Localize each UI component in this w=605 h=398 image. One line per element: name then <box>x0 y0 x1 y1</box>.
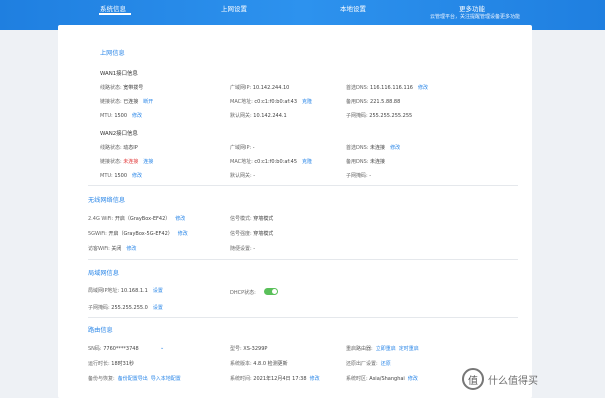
signal-mode: 信号模式: 穿墙模式 <box>230 216 274 222</box>
scheduled-restart-link[interactable]: 定时重启 <box>399 346 419 352</box>
wan1-mtu-edit-link[interactable]: 修改 <box>132 113 142 119</box>
section-title-router: 路由信息 <box>88 327 113 334</box>
wan1-gateway: 默认网关: 10.142.244.1 <box>230 113 287 119</box>
wan2-dns-edit-link[interactable]: 修改 <box>390 145 400 151</box>
section-title-wireless: 无线网络信息 <box>88 197 126 204</box>
section-title-internet: 上网信息 <box>100 50 125 57</box>
tab-local-settings[interactable]: 本地设置 <box>340 3 366 13</box>
router-timezone: 系统时区: Asia/Shanghai 修改 <box>346 376 418 382</box>
wan2-mac-clone-link[interactable]: 克隆 <box>302 159 312 165</box>
cloud-management-note[interactable]: 云管理平台，关注提醒管理设备更多功能 <box>430 13 520 20</box>
schedule-setting: 随便设置: - <box>230 246 256 252</box>
router-model: 型号: XS-3299P <box>230 346 268 352</box>
wan1-mask: 子网掩码: 255.255.255.255 <box>346 113 413 119</box>
wan1-dns-edit-link[interactable]: 修改 <box>418 85 428 91</box>
import-config-link[interactable]: 导入本地配置 <box>151 376 181 382</box>
lan-ip: 局域网IP地址: 10.168.1.1 设置 <box>88 288 163 294</box>
wan2-mask: 子网掩码: - <box>346 173 372 179</box>
wan2-connect-link[interactable]: 连接 <box>143 159 153 165</box>
time-edit-link[interactable]: 修改 <box>310 376 320 382</box>
router-backup: 备份与恢复: 备份配置导出 导入本地配置 <box>88 376 181 382</box>
lan-mask-set-link[interactable]: 设置 <box>153 305 163 311</box>
dhcp-toggle[interactable] <box>264 288 278 295</box>
wifi-guest: 访客WiFi: 关闭 修改 <box>88 246 137 252</box>
router-sn: SN码: 7760****3748 <box>88 346 139 352</box>
chevron-down-icon[interactable]: ⌄ <box>160 345 164 351</box>
signal-strength: 信号强度: 穿墙模式 <box>230 231 274 237</box>
wifi-guest-edit-link[interactable]: 修改 <box>126 246 136 252</box>
wan2-title: WAN2接口信息 <box>100 131 138 137</box>
wan2-mtu-edit-link[interactable]: 修改 <box>132 173 142 179</box>
wan2-dns1: 首选DNS: 未连接 修改 <box>346 145 401 151</box>
lan-mask: 子网掩码: 255.255.255.0 设置 <box>88 305 163 311</box>
wan1-disconnect-link[interactable]: 断开 <box>143 99 153 105</box>
wan2-ip: 广域网IP: - <box>230 145 255 151</box>
wan2-line-status: 线路状态: 动态IP <box>100 145 138 151</box>
wan2-gateway: 默认网关: - <box>230 173 256 179</box>
wifi-24g: 2.4G WiFi: 开启（GrayBox-EF42） 修改 <box>88 216 186 222</box>
router-reset: 还原出厂设置: 还原 <box>346 361 391 367</box>
section-title-lan: 局域网信息 <box>88 270 119 277</box>
toggle-knob <box>272 289 277 294</box>
watermark-text: 什么值得买 <box>488 375 538 387</box>
wan1-mtu: MTU: 1500 修改 <box>100 113 143 119</box>
wan1-dns2: 备用DNS: 221.5.88.88 <box>346 99 401 105</box>
wan2-dns2: 备用DNS: 未连接 <box>346 159 386 165</box>
watermark: 值 什么值得买 <box>462 360 605 398</box>
wan1-ip: 广域网IP: 10.142.244.10 <box>230 85 290 91</box>
wan2-mtu: MTU: 1500 修改 <box>100 173 143 179</box>
router-firmware: 系统版本: 4.8.0 检测更新 <box>230 361 288 367</box>
main-panel: 上网信息 WAN1接口信息 线路状态: 宽带拨号 链接状态: 已连接 断开 MTU… <box>58 25 532 398</box>
wan1-mac-clone-link[interactable]: 克隆 <box>302 99 312 105</box>
divider <box>88 259 518 260</box>
wifi-5g: 5GWiFi: 开启（GrayBox-5G-EF42） 修改 <box>88 231 188 237</box>
dhcp-status: DHCP状态: <box>230 290 256 296</box>
active-tab-indicator <box>99 13 131 15</box>
wifi-5g-edit-link[interactable]: 修改 <box>178 231 188 237</box>
timezone-edit-link[interactable]: 修改 <box>408 376 418 382</box>
wan1-dns1: 首选DNS: 116.116.116.116 修改 <box>346 85 429 91</box>
tab-internet-settings[interactable]: 上网设置 <box>221 3 247 13</box>
wan2-mac: MAC地址: c0:c1:f0:b0:af:45 克隆 <box>230 159 313 165</box>
wan1-mac: MAC地址: c0:c1:f0:b0:af:43 克隆 <box>230 99 313 105</box>
router-restart: 重启路由器: 立即重启 定时重启 <box>346 346 419 352</box>
wifi-24g-edit-link[interactable]: 修改 <box>175 216 185 222</box>
tab-more-features[interactable]: 更多功能 <box>459 3 485 13</box>
wan2-conn-status: 链接状态: 未连接 连接 <box>100 159 154 165</box>
divider <box>88 317 518 318</box>
router-uptime: 运行时长: 18时31秒 <box>88 361 135 367</box>
factory-reset-link[interactable]: 还原 <box>381 361 391 367</box>
wan1-line-status: 线路状态: 宽带拨号 <box>100 85 144 91</box>
lan-ip-set-link[interactable]: 设置 <box>153 288 163 294</box>
wan1-title: WAN1接口信息 <box>100 71 138 77</box>
restart-now-link[interactable]: 立即重启 <box>376 346 396 352</box>
divider <box>88 185 518 186</box>
router-time: 系统时间: 2021年12月4日 17:38 修改 <box>230 376 320 382</box>
tab-system-info[interactable]: 系统信息 <box>100 3 126 13</box>
watermark-logo-icon: 值 <box>462 368 484 390</box>
wan1-conn-status: 链接状态: 已连接 断开 <box>100 99 154 105</box>
backup-export-link[interactable]: 备份配置导出 <box>118 376 148 382</box>
